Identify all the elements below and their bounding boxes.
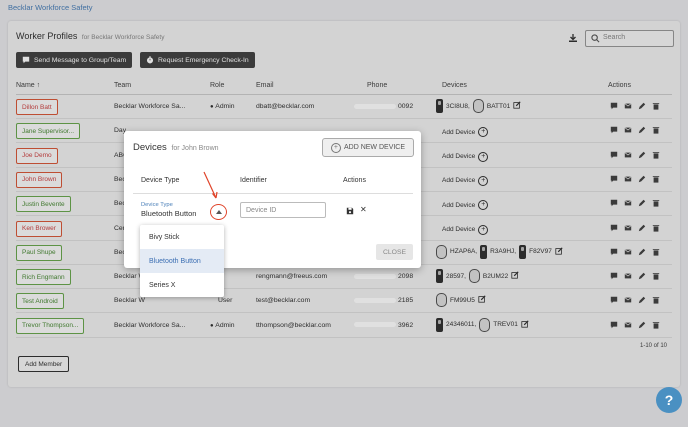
modal-col-actions: Actions: [343, 177, 366, 184]
modal-subtitle: for John Brown: [171, 145, 219, 152]
dropdown-option[interactable]: Series X: [140, 273, 224, 297]
dropdown-option[interactable]: Bluetooth Button: [140, 249, 224, 273]
modal-header-divider: [133, 193, 413, 194]
dropdown-option[interactable]: Bivy Stick: [140, 225, 224, 249]
add-new-device-button[interactable]: + ADD NEW DEVICE: [322, 138, 414, 157]
plus-circle-icon: +: [330, 142, 341, 153]
device-id-input[interactable]: Device ID: [240, 202, 326, 218]
close-button[interactable]: CLOSE: [376, 244, 413, 260]
caret-up-icon: [215, 210, 222, 214]
help-button[interactable]: ?: [656, 387, 682, 413]
modal-col-identifier: Identifier: [240, 177, 267, 184]
device-type-select[interactable]: Device Type Bluetooth Button: [141, 202, 196, 218]
device-type-dropdown-menu: Bivy Stick Bluetooth Button Series X: [140, 225, 224, 297]
save-icon[interactable]: [346, 207, 354, 215]
modal-col-device-type: Device Type: [141, 177, 180, 184]
dropdown-toggle[interactable]: [210, 204, 227, 220]
modal-title-text: Devices: [133, 142, 167, 153]
device-type-value: Bluetooth Button: [141, 209, 197, 218]
cancel-icon[interactable]: ✕: [360, 205, 367, 214]
add-new-device-label: ADD NEW DEVICE: [343, 144, 406, 151]
device-type-field-label: Device Type: [141, 202, 173, 208]
modal-title: Devices for John Brown: [133, 142, 219, 153]
